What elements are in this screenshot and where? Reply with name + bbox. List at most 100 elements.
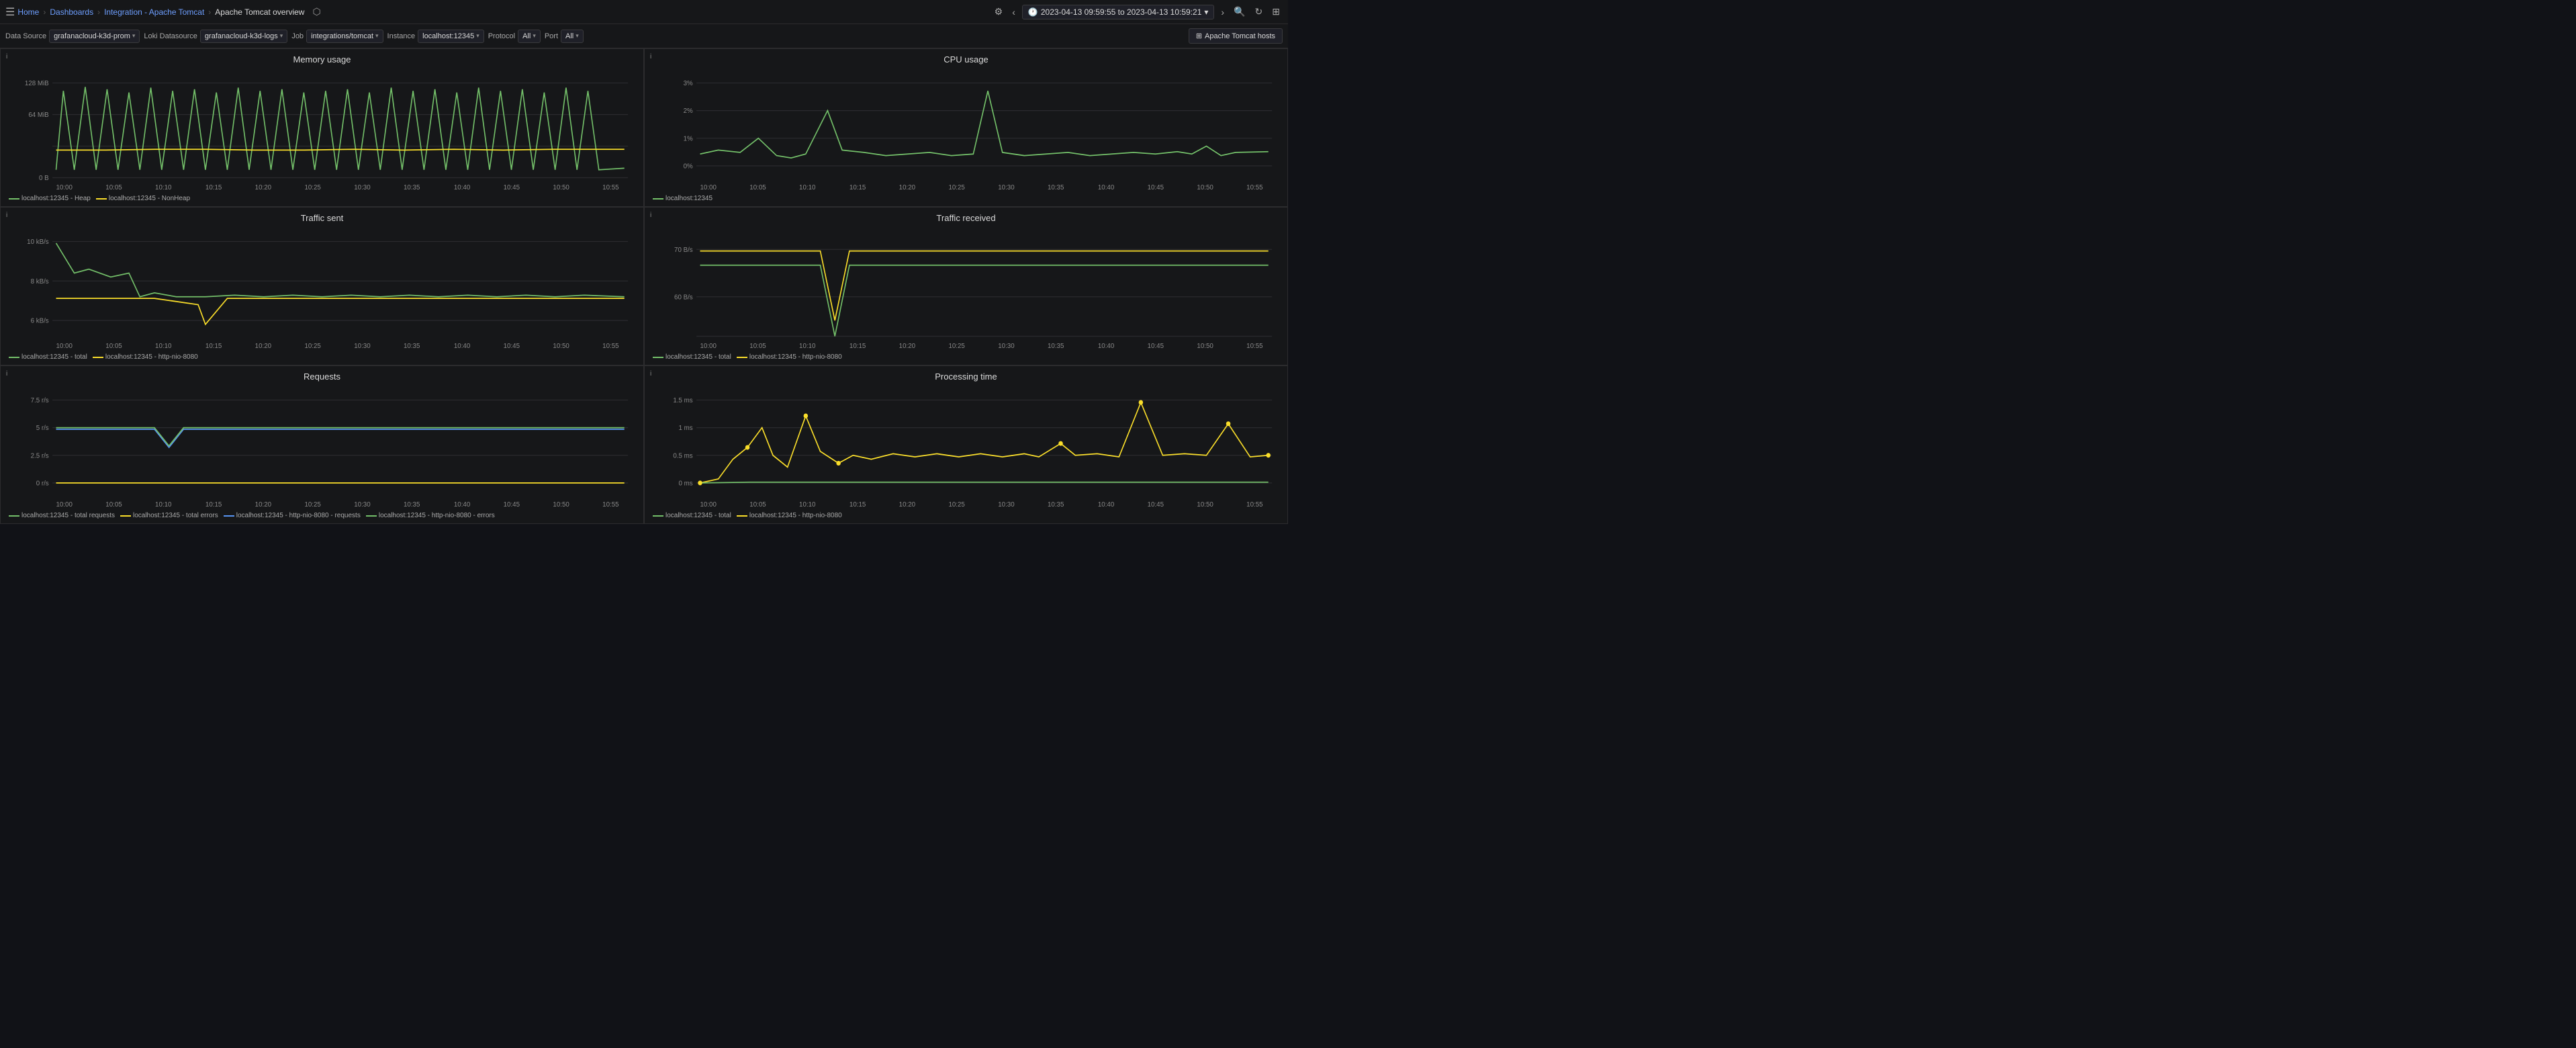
svg-text:10:30: 10:30 [998, 501, 1015, 509]
req-errors-label: localhost:12345 - total errors [133, 512, 218, 519]
svg-text:10:40: 10:40 [1098, 343, 1115, 350]
req-nio-req-label: localhost:12345 - http-nio-8080 - reques… [236, 512, 361, 519]
time-range-value: 2023-04-13 09:59:55 to 2023-04-13 10:59:… [1041, 7, 1202, 17]
expand-button[interactable]: ⊞ [1269, 3, 1283, 20]
proc-nio-color [737, 515, 747, 517]
svg-text:64 MiB: 64 MiB [28, 112, 49, 119]
memory-usage-chart: 128 MiB 64 MiB 0 B 10:00 10:05 10:10 10:… [9, 67, 635, 193]
legend-rcv-nio: localhost:12345 - http-nio-8080 [737, 353, 842, 361]
svg-text:10:05: 10:05 [105, 343, 122, 350]
home-link[interactable]: Home [17, 7, 39, 17]
traffic-received-title: Traffic received [653, 213, 1279, 223]
integration-link[interactable]: Integration - Apache Tomcat [104, 7, 204, 17]
svg-text:10:25: 10:25 [948, 184, 965, 191]
svg-text:10:05: 10:05 [105, 501, 122, 509]
svg-text:10:20: 10:20 [899, 184, 916, 191]
svg-text:70 B/s: 70 B/s [674, 246, 693, 253]
chevron-down-icon: ▾ [476, 32, 479, 40]
svg-text:10:30: 10:30 [998, 343, 1015, 350]
svg-text:10:15: 10:15 [849, 184, 866, 191]
requests-chart: 7.5 r/s 5 r/s 2.5 r/s 0 r/s 10:00 10:05 … [9, 384, 635, 511]
svg-text:10:15: 10:15 [205, 343, 222, 350]
svg-text:10:35: 10:35 [404, 184, 420, 191]
datasource-value: grafanacloud-k3d-prom [54, 32, 130, 40]
protocol-select[interactable]: All ▾ [518, 30, 541, 43]
svg-text:10:10: 10:10 [799, 501, 816, 509]
legend-req-nio-err: localhost:12345 - http-nio-8080 - errors [366, 512, 495, 519]
legend-cpu: localhost:12345 [653, 195, 712, 202]
loki-select[interactable]: grafanacloud-k3d-logs ▾ [200, 30, 287, 43]
memory-usage-legend: localhost:12345 - Heap localhost:12345 -… [9, 193, 635, 204]
protocol-label: Protocol [488, 32, 515, 40]
share-button[interactable]: ⬡ [312, 6, 320, 17]
traffic-received-chart: 70 B/s 60 B/s 10:00 10:05 10:10 10:15 10… [653, 226, 1279, 352]
svg-text:10:35: 10:35 [1048, 501, 1064, 509]
datasource-select[interactable]: grafanacloud-k3d-prom ▾ [49, 30, 140, 43]
svg-text:10:40: 10:40 [454, 343, 471, 350]
dashboards-link[interactable]: Dashboards [50, 7, 93, 17]
refresh-button[interactable]: ↻ [1252, 3, 1266, 20]
processing-time-title: Processing time [653, 372, 1279, 382]
svg-text:1.5 ms: 1.5 ms [673, 397, 692, 404]
svg-text:10:20: 10:20 [255, 501, 272, 509]
panel-info-icon: i [650, 370, 651, 378]
svg-text:10:45: 10:45 [504, 184, 520, 191]
svg-text:10:30: 10:30 [998, 184, 1015, 191]
processing-time-legend: localhost:12345 - total localhost:12345 … [653, 511, 1279, 521]
svg-text:10:15: 10:15 [205, 501, 222, 509]
svg-text:10:45: 10:45 [504, 343, 520, 350]
menu-icon[interactable]: ☰ [5, 5, 15, 19]
settings-button[interactable]: ⚙ [992, 3, 1006, 20]
prev-time-button[interactable]: ‹ [1009, 4, 1018, 20]
loki-value: grafanacloud-k3d-logs [205, 32, 278, 40]
panel-info-icon: i [6, 370, 7, 378]
panel-info-icon: i [6, 53, 7, 60]
port-select[interactable]: All ▾ [561, 30, 584, 43]
filter-toolbar: Data Source grafanacloud-k3d-prom ▾ Loki… [0, 24, 1288, 48]
svg-text:1 ms: 1 ms [679, 425, 693, 432]
svg-text:10:35: 10:35 [404, 343, 420, 350]
svg-text:10:05: 10:05 [105, 184, 122, 191]
svg-text:2%: 2% [684, 107, 693, 115]
svg-text:10:15: 10:15 [849, 501, 866, 509]
svg-text:10:25: 10:25 [948, 501, 965, 509]
panel-info-icon: i [650, 212, 651, 219]
nonheap-color [96, 198, 107, 200]
memory-usage-title: Memory usage [9, 54, 635, 64]
svg-text:10:45: 10:45 [1148, 343, 1164, 350]
instance-value: localhost:12345 [422, 32, 474, 40]
svg-text:10:10: 10:10 [155, 343, 172, 350]
traffic-received-legend: localhost:12345 - total localhost:12345 … [653, 352, 1279, 362]
svg-text:6 kB/s: 6 kB/s [31, 317, 49, 324]
chevron-down-icon: ▾ [1204, 7, 1208, 17]
datasource-label: Data Source [5, 32, 46, 40]
svg-text:7.5 r/s: 7.5 r/s [31, 397, 49, 404]
legend-req-total: localhost:12345 - total requests [9, 512, 115, 519]
rcv-total-color [653, 357, 663, 358]
req-nio-req-color [224, 515, 234, 517]
svg-text:10:55: 10:55 [602, 343, 619, 350]
total-color [9, 357, 19, 358]
heap-label: localhost:12345 - Heap [21, 195, 91, 202]
clock-icon: 🕐 [1028, 7, 1038, 17]
sep1: › [43, 7, 46, 17]
svg-text:10:50: 10:50 [1197, 343, 1213, 350]
instance-select[interactable]: localhost:12345 ▾ [418, 30, 484, 43]
svg-text:10:15: 10:15 [849, 343, 866, 350]
job-select[interactable]: integrations/tomcat ▾ [306, 30, 383, 43]
loki-label: Loki Datasource [144, 32, 197, 40]
svg-text:10:30: 10:30 [354, 343, 371, 350]
chevron-down-icon: ▾ [375, 32, 379, 40]
time-range-picker[interactable]: 🕐 2023-04-13 09:59:55 to 2023-04-13 10:5… [1022, 5, 1215, 19]
svg-text:10:25: 10:25 [304, 501, 321, 509]
apache-hosts-button[interactable]: ⊞ Apache Tomcat hosts [1189, 28, 1283, 44]
svg-text:10:55: 10:55 [1246, 184, 1263, 191]
traffic-sent-panel: i Traffic sent 10 kB/s 8 kB/s 6 kB/s 10:… [0, 207, 644, 365]
req-total-label: localhost:12345 - total requests [21, 512, 115, 519]
zoom-button[interactable]: 🔍 [1231, 3, 1248, 20]
next-time-button[interactable]: › [1218, 4, 1227, 20]
svg-text:10:35: 10:35 [1048, 184, 1064, 191]
svg-text:10 kB/s: 10 kB/s [27, 238, 48, 246]
traffic-sent-legend: localhost:12345 - total localhost:12345 … [9, 352, 635, 362]
svg-text:10:55: 10:55 [602, 184, 619, 191]
